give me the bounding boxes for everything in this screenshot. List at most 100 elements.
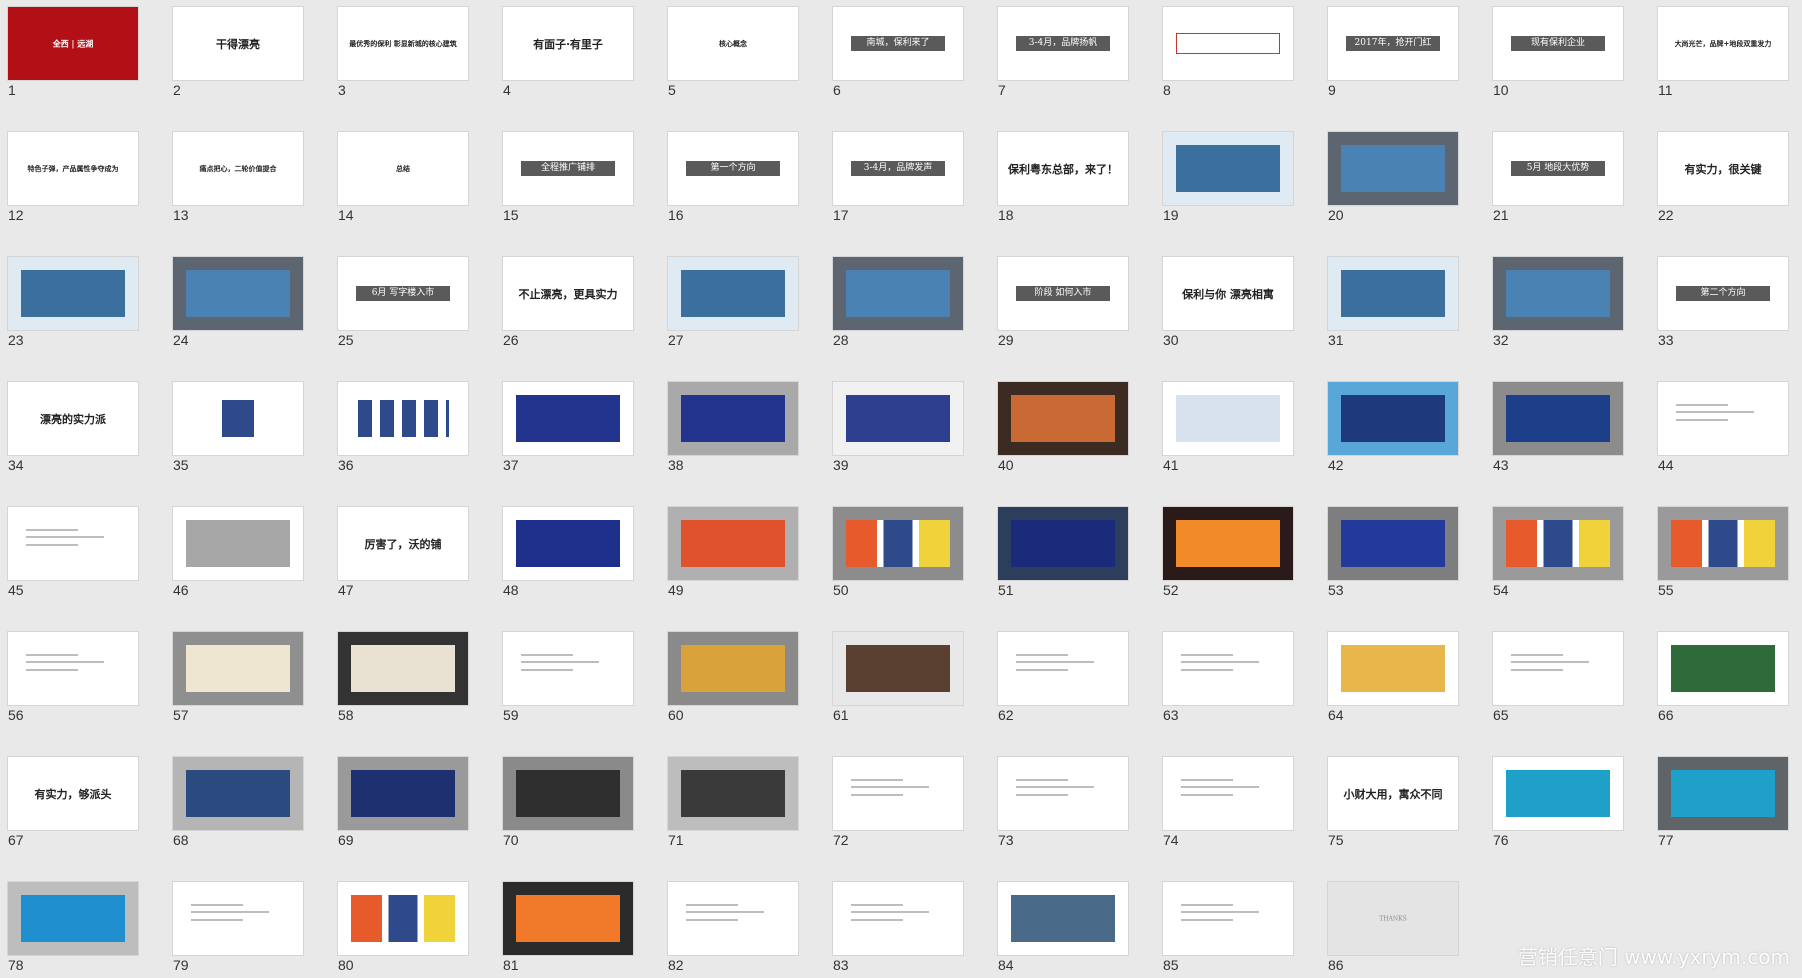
slide-thumbnail[interactable] (173, 757, 303, 830)
slide-thumbnail[interactable]: 现有保利企业 (1493, 7, 1623, 80)
man-image (186, 770, 290, 817)
slide-thumbnail[interactable] (503, 632, 633, 705)
slide-title-bar: 3-4月，品牌扬帆 (1016, 36, 1110, 51)
slide-thumbnail[interactable] (998, 507, 1128, 580)
slide-thumbnail[interactable] (338, 757, 468, 830)
slide-thumbnail[interactable]: 南城，保利来了 (833, 7, 963, 80)
slide-thumbnail[interactable]: 保利粤东总部，来了！ (998, 132, 1128, 205)
slide-thumbnail[interactable]: 漂亮的实力派 (8, 382, 138, 455)
slide-thumbnail[interactable]: 总结 (338, 132, 468, 205)
slide-thumbnail[interactable]: 痛点把心，二轮价值提合 (173, 132, 303, 205)
slide-thumbnail[interactable] (668, 757, 798, 830)
slide-thumbnail[interactable]: 全西 | 远湖 (8, 7, 138, 80)
slide-thumbnail[interactable] (1328, 382, 1458, 455)
slide-thumbnail[interactable]: 6月 写字楼入市 (338, 257, 468, 330)
slide-thumbnail[interactable]: 保利与你 漂亮相寓 (1163, 257, 1293, 330)
slide-thumbnail[interactable] (833, 507, 963, 580)
slide-thumbnail[interactable]: 第二个方向 (1658, 257, 1788, 330)
slide-thumbnail[interactable] (668, 507, 798, 580)
slide-thumbnail[interactable] (1493, 382, 1623, 455)
slide-thumbnail[interactable] (1163, 632, 1293, 705)
slide-thumbnail[interactable] (1163, 757, 1293, 830)
slide-thumbnail[interactable] (1493, 507, 1623, 580)
slide-thumbnail[interactable] (1493, 632, 1623, 705)
slide-thumbnail[interactable]: 3-4月，品牌发声 (833, 132, 963, 205)
slide-thumbnail[interactable] (1163, 7, 1293, 80)
slide-thumbnail[interactable] (1658, 757, 1788, 830)
slide-thumbnail[interactable]: 有面子·有里子 (503, 7, 633, 80)
slide-thumbnail[interactable] (173, 257, 303, 330)
slide-thumbnail[interactable]: 特色子弹，产品属性争夺成为 (8, 132, 138, 205)
slide-thumbnail[interactable]: 有实力，够派头 (8, 757, 138, 830)
slide-number: 40 (998, 457, 1014, 473)
slide-thumbnail[interactable] (668, 257, 798, 330)
slide-thumbnail[interactable]: 干得漂亮 (173, 7, 303, 80)
slide-thumbnail[interactable]: 小财大用，寓众不同 (1328, 757, 1458, 830)
text-line (851, 793, 904, 796)
slide-number: 71 (668, 832, 684, 848)
slide-thumbnail[interactable] (998, 882, 1128, 955)
slide-thumbnail[interactable] (998, 382, 1128, 455)
slide-thumbnail[interactable]: 3-4月，品牌扬帆 (998, 7, 1128, 80)
slide-thumbnail[interactable] (338, 382, 468, 455)
slide-thumbnail[interactable] (668, 382, 798, 455)
slide-thumbnail[interactable]: 5月 地段大优势 (1493, 132, 1623, 205)
slide-thumbnail[interactable]: 第一个方向 (668, 132, 798, 205)
slide-thumbnail[interactable] (1163, 882, 1293, 955)
slide-thumbnail[interactable] (998, 632, 1128, 705)
watermark: 营销任意门 www.yxrym.com (1517, 945, 1790, 969)
slide-thumbnail[interactable] (1493, 757, 1623, 830)
slide-thumbnail[interactable] (833, 757, 963, 830)
slide-thumbnail[interactable] (998, 757, 1128, 830)
slide-thumbnail[interactable] (1163, 507, 1293, 580)
slide-thumbnail[interactable] (833, 882, 963, 955)
slide-thumbnail[interactable] (833, 257, 963, 330)
slide-thumbnail[interactable] (1658, 632, 1788, 705)
slide-thumbnail[interactable]: 有实力，很关键 (1658, 132, 1788, 205)
slide-thumbnail[interactable] (173, 882, 303, 955)
slide-thumbnail[interactable] (8, 882, 138, 955)
slide-title-bar: 2017年，抢开门红 (1346, 36, 1440, 51)
slide-thumbnail[interactable] (1163, 132, 1293, 205)
slide-thumbnail[interactable] (173, 632, 303, 705)
slide-thumbnail[interactable] (1163, 382, 1293, 455)
slide-thumbnail[interactable] (1658, 382, 1788, 455)
text-line (1181, 778, 1234, 781)
slide-thumbnail[interactable]: 大尚光芒，品牌+地段双重发力 (1658, 7, 1788, 80)
slide-thumbnail[interactable] (668, 882, 798, 955)
slide-thumbnail[interactable] (173, 382, 303, 455)
slide-number: 37 (503, 457, 519, 473)
slide-thumbnail[interactable] (338, 632, 468, 705)
text-line (1181, 911, 1260, 914)
slide-thumbnail[interactable]: 全程推广铺排 (503, 132, 633, 205)
slide-thumbnail[interactable] (1328, 632, 1458, 705)
slide-thumbnail[interactable] (503, 882, 633, 955)
slide-thumbnail[interactable] (173, 507, 303, 580)
slide-thumbnail[interactable] (503, 382, 633, 455)
slide-thumbnail[interactable] (503, 507, 633, 580)
slide-thumbnail[interactable] (8, 507, 138, 580)
slide-thumbnail[interactable]: 不止漂亮，更具实力 (503, 257, 633, 330)
slide-thumbnail[interactable] (833, 382, 963, 455)
slide-thumbnail[interactable]: 核心概念 (668, 7, 798, 80)
billboard-image (1506, 270, 1610, 317)
slide-thumbnail[interactable]: 最优秀的保利 彰显新城的核心建筑 (338, 7, 468, 80)
slide-thumbnail[interactable] (8, 257, 138, 330)
slide-thumbnail[interactable] (338, 882, 468, 955)
slide-thumbnail[interactable] (1328, 507, 1458, 580)
slide-number: 84 (998, 957, 1014, 973)
slide-thumbnail[interactable] (503, 757, 633, 830)
slide-thumbnail[interactable]: THANKS (1328, 882, 1458, 955)
slide-thumbnail[interactable]: 厉害了，沃的铺 (338, 507, 468, 580)
slide-thumbnail[interactable] (668, 632, 798, 705)
slide-thumbnail[interactable] (1493, 257, 1623, 330)
slide-thumbnail[interactable] (1658, 507, 1788, 580)
slide-thumbnail[interactable] (1328, 257, 1458, 330)
slide-thumbnail[interactable]: 2017年，抢开门红 (1328, 7, 1458, 80)
slide-thumbnail[interactable] (8, 632, 138, 705)
slide-thumbnail[interactable]: 阶段 如何入市 (998, 257, 1128, 330)
slide-thumbnail[interactable] (833, 632, 963, 705)
slide-thumbnail[interactable] (1328, 132, 1458, 205)
slide-number: 25 (338, 332, 354, 348)
slide-number: 53 (1328, 582, 1344, 598)
